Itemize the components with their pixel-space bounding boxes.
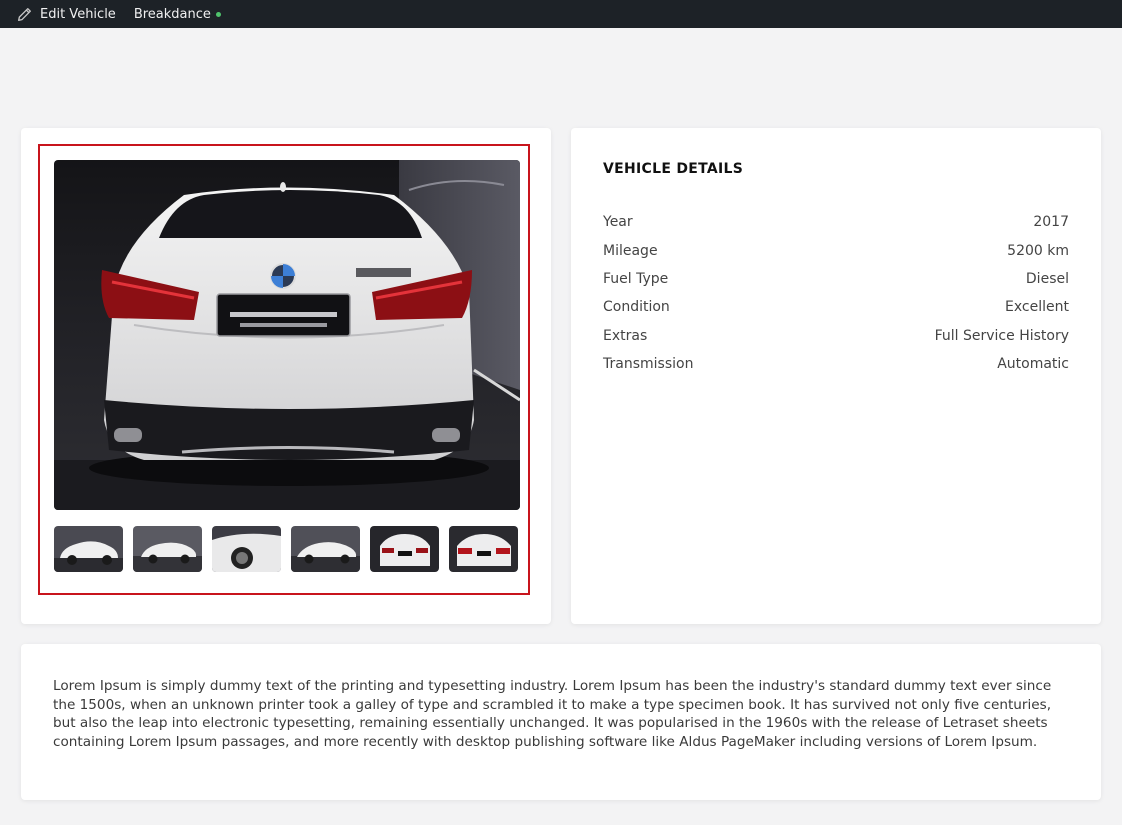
edit-vehicle-link[interactable]: Edit Vehicle (0, 0, 116, 28)
main-vehicle-photo[interactable] (54, 160, 520, 510)
spec-label: Fuel Type (603, 271, 669, 287)
spec-row-extras: Extras Full Service History (603, 328, 1069, 348)
spec-value: Diesel (1025, 271, 1069, 287)
spec-row-fuel-type: Fuel Type Diesel (603, 271, 1069, 291)
spec-value: 2017 (1033, 214, 1069, 230)
gallery-thumb-4[interactable] (291, 526, 360, 572)
spec-value: Full Service History (934, 328, 1069, 344)
admin-bar: Edit Vehicle Breakdance (0, 0, 1122, 28)
spec-label: Extras (603, 328, 648, 344)
spec-label: Transmission (603, 356, 694, 372)
spec-value: Automatic (997, 356, 1069, 372)
gallery-thumb-5[interactable] (370, 526, 439, 572)
spec-row-transmission: Transmission Automatic (603, 356, 1069, 376)
spec-row-mileage: Mileage 5200 km (603, 243, 1069, 263)
gallery-thumb-1[interactable] (54, 526, 123, 572)
pencil-icon (18, 7, 31, 21)
breakdance-link[interactable]: Breakdance (134, 0, 221, 28)
status-dot-icon (215, 11, 221, 17)
edit-vehicle-label: Edit Vehicle (40, 6, 116, 22)
vehicle-details-card: VEHICLE DETAILS Year 2017 Mileage 5200 k… (571, 128, 1101, 624)
spec-label: Year (603, 214, 633, 230)
spec-label: Condition (603, 299, 670, 315)
gallery-thumb-3[interactable] (212, 526, 281, 572)
breakdance-label: Breakdance (133, 6, 211, 22)
description-card: Lorem Ipsum is simply dummy text of the … (21, 644, 1101, 800)
gallery-card (21, 128, 551, 624)
spec-label: Mileage (603, 243, 658, 259)
gallery-selection-frame (38, 144, 530, 595)
gallery-thumb-6[interactable] (449, 526, 518, 572)
spec-value: Excellent (1005, 299, 1069, 315)
vehicle-description: Lorem Ipsum is simply dummy text of the … (53, 678, 1052, 750)
spec-value: 5200 km (1007, 243, 1069, 259)
gallery-thumb-2[interactable] (133, 526, 202, 572)
spec-row-year: Year 2017 (603, 214, 1069, 234)
details-heading: VEHICLE DETAILS (603, 161, 744, 177)
spec-row-condition: Condition Excellent (603, 299, 1069, 319)
